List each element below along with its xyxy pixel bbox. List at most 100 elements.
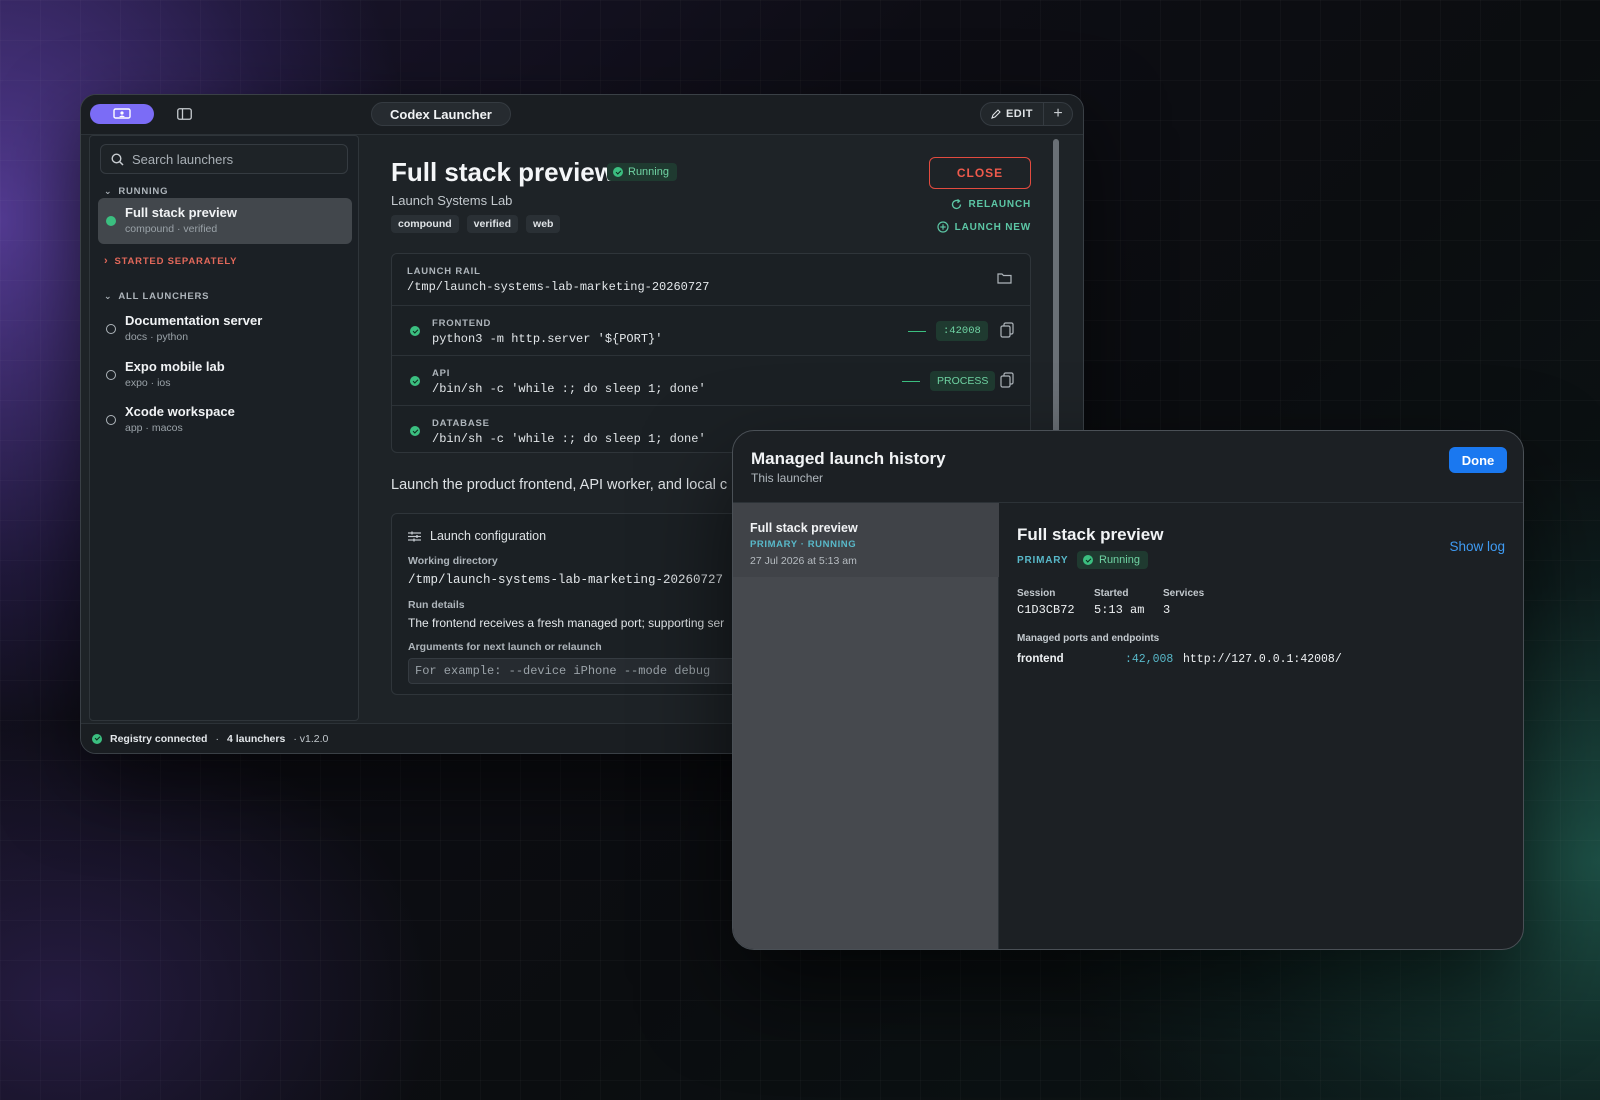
sliders-icon — [408, 531, 421, 541]
config-header: Launch configuration — [408, 529, 546, 543]
search-box[interactable] — [100, 144, 348, 174]
history-detail-title: Full stack preview — [1017, 525, 1164, 544]
sheet-subtitle: This launcher — [751, 471, 824, 485]
history-entry[interactable]: Full stack preview PRIMARY · RUNNING 27 … — [733, 503, 999, 577]
port-chip[interactable]: :42008 — [936, 321, 988, 341]
relaunch-button[interactable]: RELAUNCH — [951, 199, 1031, 210]
chevron-down-icon: ⌄ — [104, 186, 113, 196]
page-title: Full stack preview — [391, 157, 615, 187]
sidebar-item-subtitle: expo · ios — [125, 377, 171, 389]
scrollbar[interactable] — [1053, 139, 1059, 439]
status-badge: Running — [607, 163, 677, 181]
sidebar-item-subtitle: compound · verified — [125, 223, 218, 235]
monitor-person-icon — [113, 108, 131, 119]
sidebar-icon — [176, 108, 192, 120]
window-title: Codex Launcher — [371, 102, 511, 126]
version-label: · v1.2.0 — [293, 732, 329, 745]
chevron-down-icon: ⌄ — [104, 291, 113, 301]
services-value: 3 — [1163, 603, 1171, 617]
relaunch-label: RELAUNCH — [968, 199, 1031, 210]
all-launchers-label: ALL LAUNCHERS — [118, 291, 210, 302]
running-section-header[interactable]: ⌄ RUNNING — [104, 186, 168, 197]
tag: verified — [466, 215, 519, 233]
sidebar-item-title: Expo mobile lab — [125, 359, 225, 374]
edit-button[interactable]: EDIT — [981, 103, 1044, 125]
add-launcher-button[interactable]: + — [1044, 103, 1072, 125]
launch-rail: LAUNCH RAIL /tmp/launch-systems-lab-mark… — [391, 253, 1031, 453]
launch-rail-path: /tmp/launch-systems-lab-marketing-202607… — [407, 280, 710, 294]
idle-status-icon — [106, 415, 116, 425]
check-circle-icon — [92, 733, 102, 744]
sidebar-item-subtitle: docs · python — [125, 331, 189, 343]
status-badge-label: Running — [1099, 554, 1140, 566]
plus-circle-icon — [937, 221, 949, 233]
idle-status-icon — [106, 324, 116, 334]
refresh-icon — [952, 199, 962, 210]
port-service-name: frontend — [1017, 653, 1064, 665]
history-detail: Full stack preview Show log PRIMARY Runn… — [999, 503, 1523, 949]
sidebar-item-documentation-server[interactable]: Documentation server docs · python — [98, 306, 352, 352]
started-label: Started — [1094, 588, 1129, 599]
folder-icon[interactable] — [997, 272, 1012, 284]
check-circle-icon — [410, 376, 420, 386]
ports-label: Managed ports and endpoints — [1017, 633, 1160, 644]
sidebar-toggle-button[interactable] — [173, 103, 195, 125]
registry-status: Registry connected — [110, 732, 208, 745]
sidebar-item-title: Full stack preview — [125, 205, 237, 220]
role-label: PRIMARY — [1017, 555, 1069, 566]
sidebar-item-full-stack-preview[interactable]: Full stack preview compound · verified — [98, 198, 352, 244]
history-entry-title: Full stack preview — [750, 521, 858, 535]
copy-icon[interactable] — [1000, 372, 1014, 388]
connector-line — [908, 331, 926, 332]
tag: compound — [391, 215, 459, 233]
search-input[interactable] — [132, 151, 332, 167]
run-details-value: The frontend receives a fresh managed po… — [408, 616, 725, 630]
sidebar-item-title: Xcode workspace — [125, 404, 235, 419]
service-name: API — [432, 368, 451, 379]
port-number: :42,008 — [1125, 653, 1174, 666]
session-label: Session — [1017, 588, 1056, 599]
check-circle-icon — [410, 326, 420, 336]
done-button[interactable]: Done — [1449, 447, 1507, 473]
process-chip[interactable]: PROCESS — [930, 371, 996, 391]
service-command: python3 -m http.server '${PORT}' — [432, 332, 663, 346]
chevron-right-icon: › — [104, 255, 109, 267]
sidebar-item-xcode-workspace[interactable]: Xcode workspace app · macos — [98, 397, 352, 443]
tag-list: compound verified web — [391, 215, 561, 233]
endpoint-url[interactable]: http://127.0.0.1:42008/ — [1183, 653, 1342, 666]
show-log-link[interactable]: Show log — [1449, 539, 1505, 554]
service-name: DATABASE — [432, 418, 490, 429]
copy-icon[interactable] — [1000, 322, 1014, 338]
title-actions: EDIT + — [979, 102, 1073, 126]
working-directory-label: Working directory — [408, 555, 498, 567]
launcher-description: Launch the product frontend, API worker,… — [391, 477, 728, 493]
services-label: Services — [1163, 588, 1205, 599]
history-entry-date: 27 Jul 2026 at 5:13 am — [750, 555, 857, 567]
sidebar-item-title: Documentation server — [125, 313, 263, 328]
working-directory-value: /tmp/launch-systems-lab-marketing-202607… — [408, 573, 724, 587]
sidebar: ⌄ RUNNING Full stack preview compound · … — [89, 135, 359, 721]
connector-line — [902, 381, 920, 382]
started-separately-section-header[interactable]: › STARTED SEPARATELY — [104, 255, 237, 267]
launcher-subtitle: Launch Systems Lab — [391, 193, 513, 208]
check-circle-icon — [1083, 555, 1093, 565]
service-command: /bin/sh -c 'while :; do sleep 1; done' — [432, 382, 706, 396]
history-list: Full stack preview PRIMARY · RUNNING 27 … — [733, 503, 999, 949]
launch-new-button[interactable]: LAUNCH NEW — [937, 221, 1031, 233]
running-header-label: RUNNING — [118, 186, 169, 197]
idle-status-icon — [106, 370, 116, 380]
config-header-label: Launch configuration — [430, 529, 547, 543]
sidebar-item-expo-mobile-lab[interactable]: Expo mobile lab expo · ios — [98, 352, 352, 398]
sheet-title: Managed launch history — [751, 449, 946, 468]
service-row-api: API /bin/sh -c 'while :; do sleep 1; don… — [392, 356, 1030, 406]
arguments-label: Arguments for next launch or relaunch — [408, 641, 602, 653]
title-bar: Codex Launcher EDIT + — [81, 95, 1083, 135]
launcher-mode-button[interactable] — [90, 104, 154, 124]
tag: web — [526, 215, 561, 233]
all-launchers-section-header[interactable]: ⌄ ALL LAUNCHERS — [104, 291, 209, 302]
search-icon — [111, 152, 124, 166]
close-button[interactable]: CLOSE — [929, 157, 1031, 189]
launch-history-sheet: Managed launch history This launcher Don… — [732, 430, 1524, 950]
check-circle-icon — [613, 167, 623, 177]
run-details-label: Run details — [408, 599, 465, 611]
